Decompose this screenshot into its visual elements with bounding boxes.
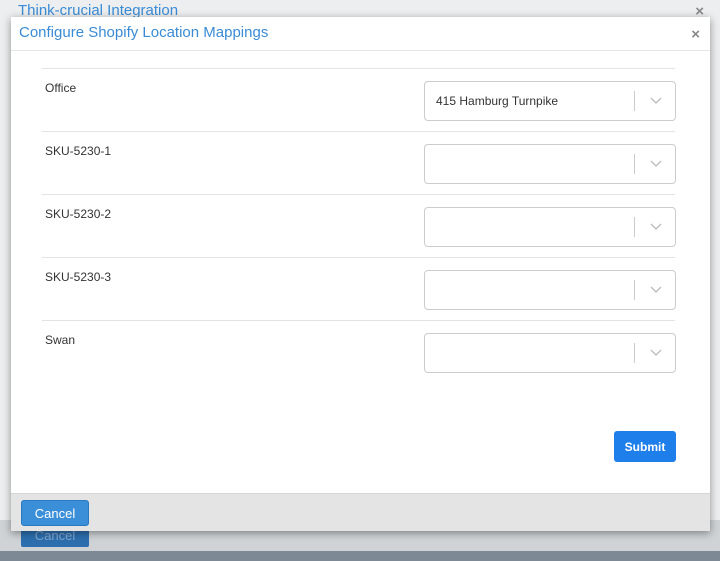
location-select-swan[interactable]: [424, 333, 676, 373]
select-separator: [634, 217, 635, 237]
modal-header: Configure Shopify Location Mappings ×: [11, 17, 710, 51]
mapping-row-swan: Swan: [42, 320, 676, 383]
chevron-down-icon: [650, 97, 662, 104]
select-separator: [634, 91, 635, 111]
mapping-label: SKU-5230-3: [45, 270, 112, 284]
mapping-label: Office: [45, 81, 77, 95]
location-select-sku-5230-3[interactable]: [424, 270, 676, 310]
mapping-label: Swan: [45, 333, 76, 347]
close-icon[interactable]: ×: [691, 26, 700, 43]
chevron-down-icon: [650, 349, 662, 356]
mapping-label: SKU-5230-1: [45, 144, 112, 158]
select-separator: [634, 154, 635, 174]
submit-button[interactable]: Submit: [614, 431, 676, 462]
chevron-down-icon: [650, 160, 662, 167]
mapping-row-office: Office 415 Hamburg Turnpike: [42, 68, 676, 131]
modal-title: Configure Shopify Location Mappings: [19, 24, 269, 41]
modal-footer: Cancel: [11, 493, 710, 531]
cancel-button[interactable]: Cancel: [21, 500, 89, 526]
mapping-row-sku-5230-3: SKU-5230-3: [42, 257, 676, 320]
mapping-row-sku-5230-1: SKU-5230-1: [42, 131, 676, 194]
select-separator: [634, 343, 635, 363]
location-select-sku-5230-1[interactable]: [424, 144, 676, 184]
mapping-row-sku-5230-2: SKU-5230-2: [42, 194, 676, 257]
select-separator: [634, 280, 635, 300]
location-select-office[interactable]: 415 Hamburg Turnpike: [424, 81, 676, 121]
location-mappings-modal: Configure Shopify Location Mappings × Of…: [11, 17, 710, 531]
mapping-label: SKU-5230-2: [45, 207, 112, 221]
location-select-sku-5230-2[interactable]: [424, 207, 676, 247]
location-select-value: 415 Hamburg Turnpike: [436, 94, 559, 108]
chevron-down-icon: [650, 286, 662, 293]
chevron-down-icon: [650, 223, 662, 230]
